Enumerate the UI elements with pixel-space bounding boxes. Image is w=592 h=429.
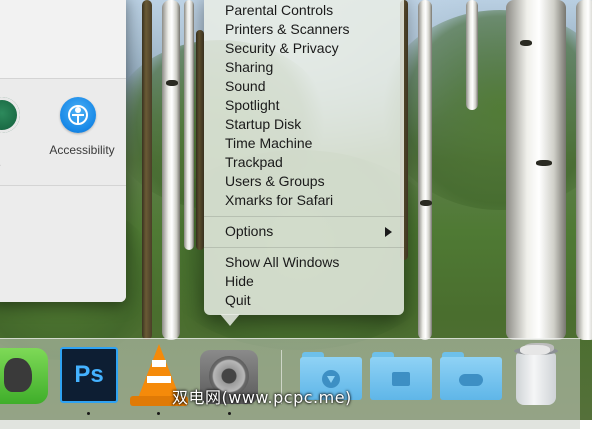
photoshop-icon-text: Ps xyxy=(74,361,104,388)
photoshop-icon[interactable]: Ps xyxy=(60,347,118,403)
menu-separator xyxy=(204,216,404,217)
menu-item-quit[interactable]: Quit xyxy=(225,291,394,310)
running-indicator xyxy=(228,412,231,415)
menu-item-time-machine[interactable]: Time Machine xyxy=(225,134,394,153)
dock-context-menu: Parental Controls Printers & Scanners Se… xyxy=(204,0,404,315)
prefs-top-section xyxy=(0,0,126,78)
menu-item-users-groups[interactable]: Users & Groups xyxy=(225,172,394,191)
menu-item-options[interactable]: Options xyxy=(225,222,394,241)
evernote-icon[interactable] xyxy=(0,348,48,404)
running-indicator xyxy=(157,412,160,415)
menu-pointer xyxy=(220,314,240,326)
prefs-icon-row: ne hine Accessibility xyxy=(0,79,126,185)
accessibility-icon[interactable] xyxy=(60,97,96,133)
menu-separator xyxy=(204,247,404,248)
menu-item-sound[interactable]: Sound xyxy=(225,77,394,96)
games-folder-icon[interactable] xyxy=(440,352,502,400)
menu-item-printers-scanners[interactable]: Printers & Scanners xyxy=(225,20,394,39)
time-machine-label: ne hine xyxy=(0,143,18,173)
menu-item-show-all-windows[interactable]: Show All Windows xyxy=(225,253,394,272)
time-machine-icon[interactable] xyxy=(0,97,20,133)
menu-item-spotlight[interactable]: Spotlight xyxy=(225,96,394,115)
system-preferences-window: ne hine Accessibility xyxy=(0,0,126,302)
menu-item-sharing[interactable]: Sharing xyxy=(225,58,394,77)
menu-item-startup-disk[interactable]: Startup Disk xyxy=(225,115,394,134)
submenu-arrow-icon xyxy=(385,227,392,237)
menu-item-xmarks-for-safari[interactable]: Xmarks for Safari xyxy=(225,191,394,210)
menu-item-hide[interactable]: Hide xyxy=(225,272,394,291)
menu-item-security-privacy[interactable]: Security & Privacy xyxy=(225,39,394,58)
accessibility-label: Accessibility xyxy=(49,143,115,157)
options-label: Options xyxy=(225,223,274,239)
watermark: 双电网(www.pcpc.me) xyxy=(172,388,352,407)
prefs-bottom-section xyxy=(0,186,126,302)
briefcase-folder-icon[interactable] xyxy=(370,352,432,400)
menu-item-parental-controls[interactable]: Parental Controls xyxy=(225,1,394,20)
trash-icon[interactable] xyxy=(514,345,558,405)
running-indicator xyxy=(87,412,90,415)
menu-item-trackpad[interactable]: Trackpad xyxy=(225,153,394,172)
